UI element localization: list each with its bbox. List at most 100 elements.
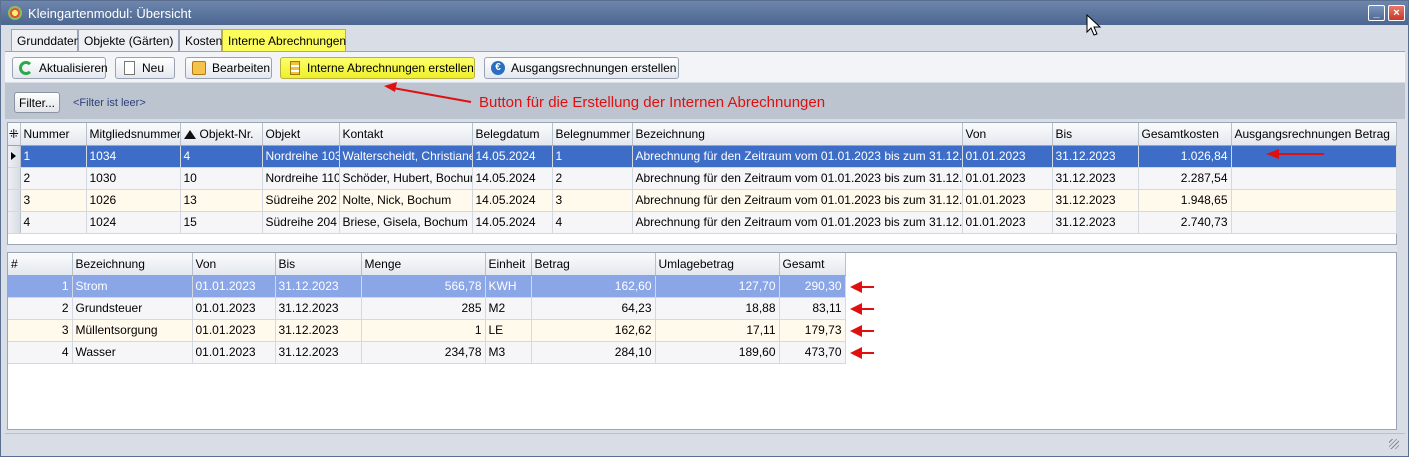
- header-position[interactable]: #: [8, 253, 73, 276]
- header-bis[interactable]: Bis: [275, 253, 362, 276]
- cell-einheit: LE: [485, 319, 532, 342]
- annotation-text: Button für die Erstellung der Internen A…: [479, 94, 826, 111]
- edit-label: Bearbeiten: [212, 61, 271, 75]
- edit-button[interactable]: Bearbeiten: [185, 57, 272, 79]
- cell-von: 01.01.2023: [962, 189, 1053, 212]
- table-row[interactable]: 4 1024 15 Südreihe 204 Briese, Gisela, B…: [8, 211, 1397, 234]
- cell-betrag: 64,23: [531, 297, 656, 320]
- cell-objekt: Nordreihe 110: [262, 167, 340, 190]
- cell-kontakt: Walterscheidt, Christiane,: [339, 145, 473, 168]
- tab-objekte[interactable]: Objekte (Gärten): [78, 29, 179, 51]
- refresh-button[interactable]: Aktualisieren: [12, 57, 108, 79]
- table-row[interactable]: 4 Wasser 01.01.2023 31.12.2023 234,78 M3…: [8, 341, 846, 364]
- table-row[interactable]: 1 1034 4 Nordreihe 103 Walterscheidt, Ch…: [8, 145, 1397, 168]
- cell-ausgangsrechnungen-betrag: [1231, 211, 1397, 234]
- cell-einheit: M2: [485, 297, 532, 320]
- cell-mitgliedsnummer: 1024: [86, 211, 181, 234]
- cell-objekt: Nordreihe 103: [262, 145, 340, 168]
- cell-ausgangsrechnungen-betrag: [1231, 189, 1397, 212]
- cell-objekt-nr: 10: [180, 167, 263, 190]
- table-row[interactable]: 3 1026 13 Südreihe 202 Nolte, Nick, Boch…: [8, 189, 1397, 212]
- header-umlagebetrag[interactable]: Umlagebetrag: [655, 253, 780, 276]
- detail-header-row: # Bezeichnung Von Bis Menge Einheit Betr…: [8, 253, 846, 276]
- cell-objekt: Südreihe 204: [262, 211, 340, 234]
- cell-bis: 31.12.2023: [1052, 167, 1139, 190]
- cell-nummer: 2: [20, 167, 87, 190]
- header-von[interactable]: Von: [192, 253, 276, 276]
- cell-bezeichnung: Abrechnung für den Zeitraum vom 01.01.20…: [632, 145, 963, 168]
- cell-kontakt: Schöder, Hubert, Bochum: [339, 167, 473, 190]
- billing-header-row: ⁜ Nummer Mitgliedsnummer Objekt-Nr. Obje…: [8, 123, 1397, 146]
- header-menge[interactable]: Menge: [361, 253, 486, 276]
- cell-von: 01.01.2023: [962, 167, 1053, 190]
- app-flower-icon: [8, 6, 22, 20]
- header-betrag[interactable]: Betrag: [531, 253, 656, 276]
- billing-grid[interactable]: ⁜ Nummer Mitgliedsnummer Objekt-Nr. Obje…: [7, 122, 1397, 234]
- header-nummer[interactable]: Nummer: [20, 123, 87, 146]
- table-row[interactable]: 2 Grundsteuer 01.01.2023 31.12.2023 285 …: [8, 297, 846, 320]
- header-belegnummer[interactable]: Belegnummer: [552, 123, 633, 146]
- row-indicator: [8, 189, 21, 212]
- resize-grip-icon[interactable]: [1389, 439, 1399, 449]
- cell-von: 01.01.2023: [192, 341, 276, 364]
- cell-gesamtkosten: 2.740,73: [1138, 211, 1232, 234]
- filter-button[interactable]: Filter...: [14, 92, 60, 113]
- cell-mitgliedsnummer: 1030: [86, 167, 181, 190]
- detail-table: # Bezeichnung Von Bis Menge Einheit Betr…: [8, 253, 846, 364]
- cell-bis: 31.12.2023: [275, 341, 362, 364]
- tab-interne-abrechnungen[interactable]: Interne Abrechnungen: [222, 29, 346, 51]
- cell-von: 01.01.2023: [962, 145, 1053, 168]
- sort-ascending-icon: [183, 129, 196, 139]
- cell-belegdatum: 14.05.2024: [472, 167, 553, 190]
- create-outgoing-label: Ausgangsrechnungen erstellen: [511, 61, 677, 75]
- header-bezeichnung[interactable]: Bezeichnung: [72, 253, 193, 276]
- header-bis[interactable]: Bis: [1052, 123, 1139, 146]
- create-internal-billing-button[interactable]: Interne Abrechnungen erstellen: [280, 57, 475, 79]
- cell-bis: 31.12.2023: [275, 297, 362, 320]
- row-indicator: [8, 167, 21, 190]
- cell-position: 4: [8, 341, 73, 364]
- cell-kontakt: Nolte, Nick, Bochum: [339, 189, 473, 212]
- header-objekt[interactable]: Objekt: [262, 123, 340, 146]
- cell-position: 1: [8, 275, 73, 298]
- new-button[interactable]: Neu: [115, 57, 175, 79]
- header-ausgangsrechnungen-betrag[interactable]: Ausgangsrechnungen Betrag: [1231, 123, 1397, 146]
- cell-bis: 31.12.2023: [1052, 189, 1139, 212]
- new-label: Neu: [142, 61, 165, 75]
- grid-splitter[interactable]: [7, 244, 1397, 253]
- table-row[interactable]: 2 1030 10 Nordreihe 110 Schöder, Hubert,…: [8, 167, 1397, 190]
- cell-objekt-nr: 15: [180, 211, 263, 234]
- cell-nummer: 3: [20, 189, 87, 212]
- cell-bezeichnung: Müllentsorgung: [72, 319, 193, 342]
- tab-grunddaten[interactable]: Grunddaten: [11, 29, 80, 51]
- cell-bis: 31.12.2023: [1052, 211, 1139, 234]
- minimize-button[interactable]: _: [1368, 5, 1385, 21]
- header-kontakt[interactable]: Kontakt: [339, 123, 473, 146]
- close-button[interactable]: ×: [1388, 5, 1405, 21]
- header-einheit[interactable]: Einheit: [485, 253, 532, 276]
- cell-betrag: 162,62: [531, 319, 656, 342]
- table-row[interactable]: 3 Müllentsorgung 01.01.2023 31.12.2023 1…: [8, 319, 846, 342]
- header-belegdatum[interactable]: Belegdatum: [472, 123, 553, 146]
- header-objekt-nr[interactable]: Objekt-Nr.: [180, 123, 263, 146]
- cell-menge: 566,78: [361, 275, 486, 298]
- cell-position: 3: [8, 319, 73, 342]
- tab-kosten[interactable]: Kosten: [179, 29, 222, 51]
- header-gesamt[interactable]: Gesamt: [779, 253, 846, 276]
- title-bar: Kleingartenmodul: Übersicht _ ×: [1, 1, 1408, 25]
- header-indicator: ⁜: [8, 123, 21, 146]
- header-mitgliedsnummer[interactable]: Mitgliedsnummer: [86, 123, 181, 146]
- detail-grid[interactable]: # Bezeichnung Von Bis Menge Einheit Betr…: [7, 253, 1397, 430]
- cell-objekt-nr: 13: [180, 189, 263, 212]
- header-bezeichnung[interactable]: Bezeichnung: [632, 123, 963, 146]
- filter-status: <Filter ist leer>: [73, 97, 146, 109]
- create-internal-label: Interne Abrechnungen erstellen: [307, 61, 474, 75]
- cell-mitgliedsnummer: 1026: [86, 189, 181, 212]
- header-objekt-nr-label: Objekt-Nr.: [199, 126, 254, 141]
- cell-belegnummer: 4: [552, 211, 633, 234]
- table-row[interactable]: 1 Strom 01.01.2023 31.12.2023 566,78 KWH…: [8, 275, 846, 298]
- header-gesamtkosten[interactable]: Gesamtkosten: [1138, 123, 1232, 146]
- cell-gesamt: 83,11: [779, 297, 846, 320]
- header-von[interactable]: Von: [962, 123, 1053, 146]
- create-outgoing-invoices-button[interactable]: € Ausgangsrechnungen erstellen: [484, 57, 679, 79]
